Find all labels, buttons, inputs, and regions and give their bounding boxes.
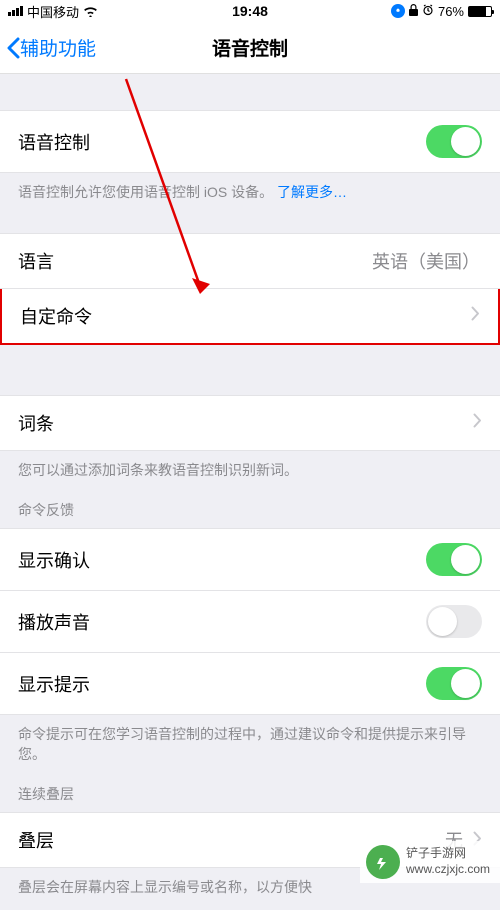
chevron-right-icon bbox=[471, 305, 480, 326]
learn-more-link[interactable]: 了解更多… bbox=[277, 184, 347, 200]
vocabulary-footer: 您可以通过添加词条来教语音控制识别新词。 bbox=[0, 451, 500, 493]
lock-icon bbox=[409, 4, 418, 19]
watermark-line1: 铲子手游网 bbox=[406, 846, 490, 862]
wifi-icon bbox=[83, 6, 98, 17]
mic-indicator-icon bbox=[391, 4, 405, 18]
watermark-logo-icon bbox=[366, 845, 400, 879]
custom-commands-row[interactable]: 自定命令 bbox=[0, 289, 500, 345]
back-label: 辅助功能 bbox=[20, 34, 96, 61]
back-button[interactable]: 辅助功能 bbox=[6, 34, 96, 61]
signal-icon bbox=[8, 6, 23, 16]
vocabulary-label: 词条 bbox=[18, 410, 465, 436]
voice-control-desc: 语音控制允许您使用语音控制 iOS 设备。 bbox=[18, 184, 273, 200]
show-hints-toggle[interactable] bbox=[426, 667, 482, 700]
hints-footer: 命令提示可在您学习语音控制的过程中，通过建议命令和提供提示来引导您。 bbox=[0, 715, 500, 776]
vocabulary-row[interactable]: 词条 bbox=[0, 395, 500, 451]
show-confirmation-toggle[interactable] bbox=[426, 543, 482, 576]
status-bar: 中国移动 19:48 76% bbox=[0, 0, 500, 22]
carrier-label: 中国移动 bbox=[27, 2, 79, 21]
chevron-right-icon bbox=[473, 412, 482, 433]
voice-control-row[interactable]: 语音控制 bbox=[0, 110, 500, 173]
show-hints-row[interactable]: 显示提示 bbox=[0, 653, 500, 715]
chevron-left-icon bbox=[6, 37, 20, 59]
language-label: 语言 bbox=[18, 248, 372, 274]
battery-icon bbox=[468, 6, 492, 17]
custom-commands-label: 自定命令 bbox=[20, 303, 463, 329]
language-value: 英语（美国） bbox=[372, 248, 480, 274]
watermark-line2: www.czjxjc.com bbox=[406, 862, 490, 878]
battery-text: 76% bbox=[438, 4, 464, 19]
language-row[interactable]: 语言 英语（美国） bbox=[0, 233, 500, 289]
status-left: 中国移动 bbox=[8, 2, 232, 21]
play-sound-label: 播放声音 bbox=[18, 609, 426, 635]
status-time: 19:48 bbox=[232, 3, 268, 19]
continuous-overlay-header: 连续叠层 bbox=[0, 776, 500, 812]
show-confirmation-row[interactable]: 显示确认 bbox=[0, 528, 500, 591]
status-right: 76% bbox=[268, 4, 492, 19]
voice-control-footer: 语音控制允许您使用语音控制 iOS 设备。 了解更多… bbox=[0, 173, 500, 215]
command-feedback-header: 命令反馈 bbox=[0, 492, 500, 528]
play-sound-row[interactable]: 播放声音 bbox=[0, 591, 500, 653]
watermark: 铲子手游网 www.czjxjc.com bbox=[360, 841, 500, 883]
nav-bar: 辅助功能 语音控制 bbox=[0, 22, 500, 74]
voice-control-label: 语音控制 bbox=[18, 129, 426, 155]
play-sound-toggle[interactable] bbox=[426, 605, 482, 638]
voice-control-toggle[interactable] bbox=[426, 125, 482, 158]
show-hints-label: 显示提示 bbox=[18, 671, 426, 697]
alarm-icon bbox=[422, 4, 434, 19]
show-confirmation-label: 显示确认 bbox=[18, 547, 426, 573]
